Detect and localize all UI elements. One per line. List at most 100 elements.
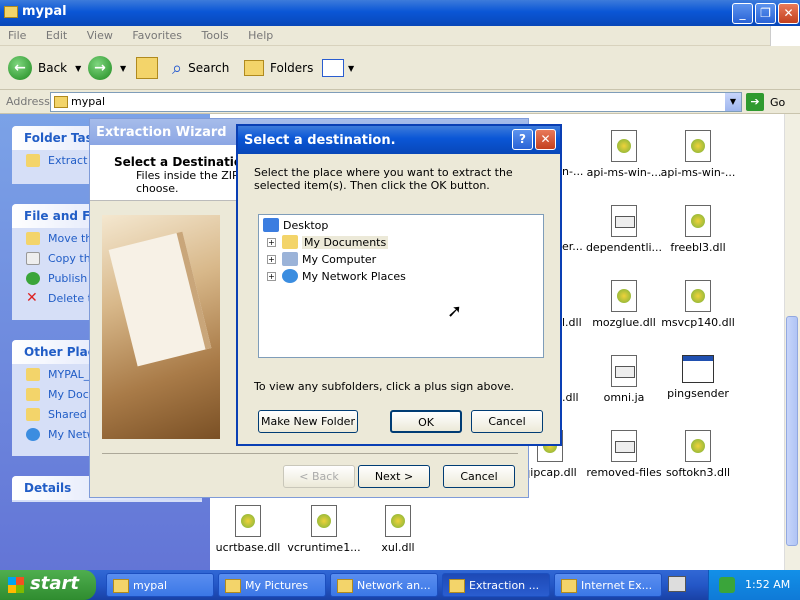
scrollbar-thumb[interactable] [786, 316, 798, 546]
copy-icon [26, 252, 40, 265]
file-item[interactable]: dependentli... [584, 205, 664, 254]
dll-icon [235, 505, 261, 537]
clock[interactable]: 1:52 AM [745, 578, 790, 591]
start-button[interactable]: start [0, 570, 96, 600]
task-label: Copy th [48, 252, 91, 265]
file-name: omni.ja [603, 391, 645, 404]
file-item[interactable]: api-ms-win-... [584, 130, 664, 179]
menu-file[interactable]: File [8, 29, 26, 42]
move-icon [26, 232, 40, 245]
network-icon [26, 428, 40, 441]
file-item[interactable]: msvcp140.dll [658, 280, 738, 329]
expand-plus-icon[interactable]: + [267, 237, 276, 247]
keyboard-icon[interactable] [668, 576, 686, 592]
back-button[interactable]: ← Back ▼ [8, 56, 81, 80]
file-item[interactable]: pingsender [658, 355, 738, 400]
address-dropdown-icon[interactable]: ▼ [725, 93, 741, 111]
select-destination-dialog: Select a destination. ? ✕ Select the pla… [236, 124, 562, 446]
zip-folder-icon [26, 154, 40, 167]
maximize-button[interactable]: ❐ [755, 3, 776, 24]
globe-icon [26, 272, 40, 285]
window-title-bar[interactable]: mypal [0, 0, 800, 26]
views-button[interactable]: ▼ [322, 56, 354, 80]
forward-arrow-icon: → [88, 56, 112, 80]
dll-icon [685, 280, 711, 312]
taskbar-mypal[interactable]: mypal [106, 573, 214, 597]
file-name[interactable]: .dll [562, 391, 579, 404]
expand-plus-icon[interactable]: + [267, 271, 276, 281]
menu-favorites[interactable]: Favorites [132, 29, 182, 42]
tree-label: My Computer [302, 252, 377, 266]
search-button[interactable]: ⌕ Search [172, 56, 229, 80]
config-icon [611, 205, 637, 237]
expand-plus-icon[interactable]: + [267, 254, 276, 264]
file-item[interactable]: omni.ja [584, 355, 664, 404]
file-name: api-ms-win-... [586, 166, 662, 179]
desktop-icon [263, 218, 279, 232]
ok-button[interactable]: OK [390, 410, 462, 433]
taskbar-internet-explorer[interactable]: Internet Ex... [554, 573, 662, 597]
menu-view[interactable]: View [87, 29, 113, 42]
views-icon [322, 59, 344, 77]
tree-label: My Documents [302, 235, 389, 249]
file-item[interactable]: api-ms-win-... [658, 130, 738, 179]
dialog-close-button[interactable]: ✕ [535, 129, 556, 150]
window-title: mypal [22, 4, 67, 19]
file-item[interactable]: mozglue.dll [584, 280, 664, 329]
documents-icon [26, 388, 40, 401]
taskbar-my-pictures[interactable]: My Pictures [218, 573, 326, 597]
help-button[interactable]: ? [512, 129, 533, 150]
file-name[interactable]: n-... [562, 165, 583, 178]
taskbar-network[interactable]: Network an... [330, 573, 438, 597]
dialog-hint: To view any subfolders, click a plus sig… [254, 380, 514, 393]
go-arrow-icon: ➔ [746, 93, 764, 111]
file-item[interactable]: vcruntime1... [284, 505, 364, 554]
file-item[interactable]: freebl3.dll [658, 205, 738, 254]
address-input[interactable]: mypal [50, 92, 742, 112]
menu-help[interactable]: Help [248, 29, 273, 42]
toolbar: ← Back ▼ → ▼ ⌕ Search Folders ▼ [0, 46, 800, 90]
file-name: api-ms-win-... [660, 166, 736, 179]
next-button[interactable]: Next > [358, 465, 430, 488]
menu-tools[interactable]: Tools [202, 29, 229, 42]
dialog-title-bar[interactable]: Select a destination. ? ✕ [238, 126, 560, 154]
file-item[interactable]: xul.dll [358, 505, 438, 554]
file-name[interactable]: l.dll [562, 316, 582, 329]
close-button[interactable]: ✕ [778, 3, 799, 24]
menu-edit[interactable]: Edit [46, 29, 67, 42]
file-name: softokn3.dll [665, 466, 731, 479]
task-label: Extract [48, 154, 88, 167]
wizard-cancel-button[interactable]: Cancel [443, 465, 515, 488]
task-label: Publish t [48, 272, 96, 285]
file-name: msvcp140.dll [661, 316, 735, 329]
taskbar-extraction[interactable]: Extraction ... [442, 573, 550, 597]
config-icon [611, 430, 637, 462]
network-tray-icon[interactable] [719, 577, 735, 593]
folders-button[interactable]: Folders [244, 56, 313, 80]
tree-item-my-network-places[interactable]: + My Network Places [267, 268, 406, 284]
tree-item-my-documents[interactable]: + My Documents [267, 234, 389, 250]
tree-label: Desktop [283, 218, 329, 232]
file-item[interactable]: ucrtbase.dll [208, 505, 288, 554]
go-button[interactable]: ➔ Go [746, 93, 785, 111]
dialog-cancel-button[interactable]: Cancel [471, 410, 543, 433]
folders-label: Folders [270, 61, 314, 75]
taskbar: start mypal My Pictures Network an... Ex… [0, 570, 800, 600]
minimize-button[interactable]: _ [732, 3, 753, 24]
folder-tree[interactable]: Desktop + My Documents + My Computer + My N… [258, 214, 544, 358]
back-button[interactable]: < Back [283, 465, 355, 488]
file-item[interactable]: softokn3.dll [658, 430, 738, 479]
file-name: freebl3.dll [670, 241, 726, 254]
up-folder-button[interactable] [136, 56, 158, 80]
chevron-down-icon: ▼ [75, 63, 82, 73]
make-new-folder-button[interactable]: Make New Folder [258, 410, 358, 433]
file-item[interactable]: removed-files [584, 430, 664, 479]
dialog-title: Select a destination. [244, 133, 396, 148]
tree-item-my-computer[interactable]: + My Computer [267, 251, 376, 267]
exe-icon [682, 355, 714, 383]
file-name[interactable]: er... [562, 240, 583, 253]
search-icon: ⌕ [172, 57, 183, 79]
search-label: Search [188, 61, 230, 75]
forward-button[interactable]: → ▼ [88, 56, 126, 80]
tree-item-desktop[interactable]: Desktop [263, 217, 328, 233]
